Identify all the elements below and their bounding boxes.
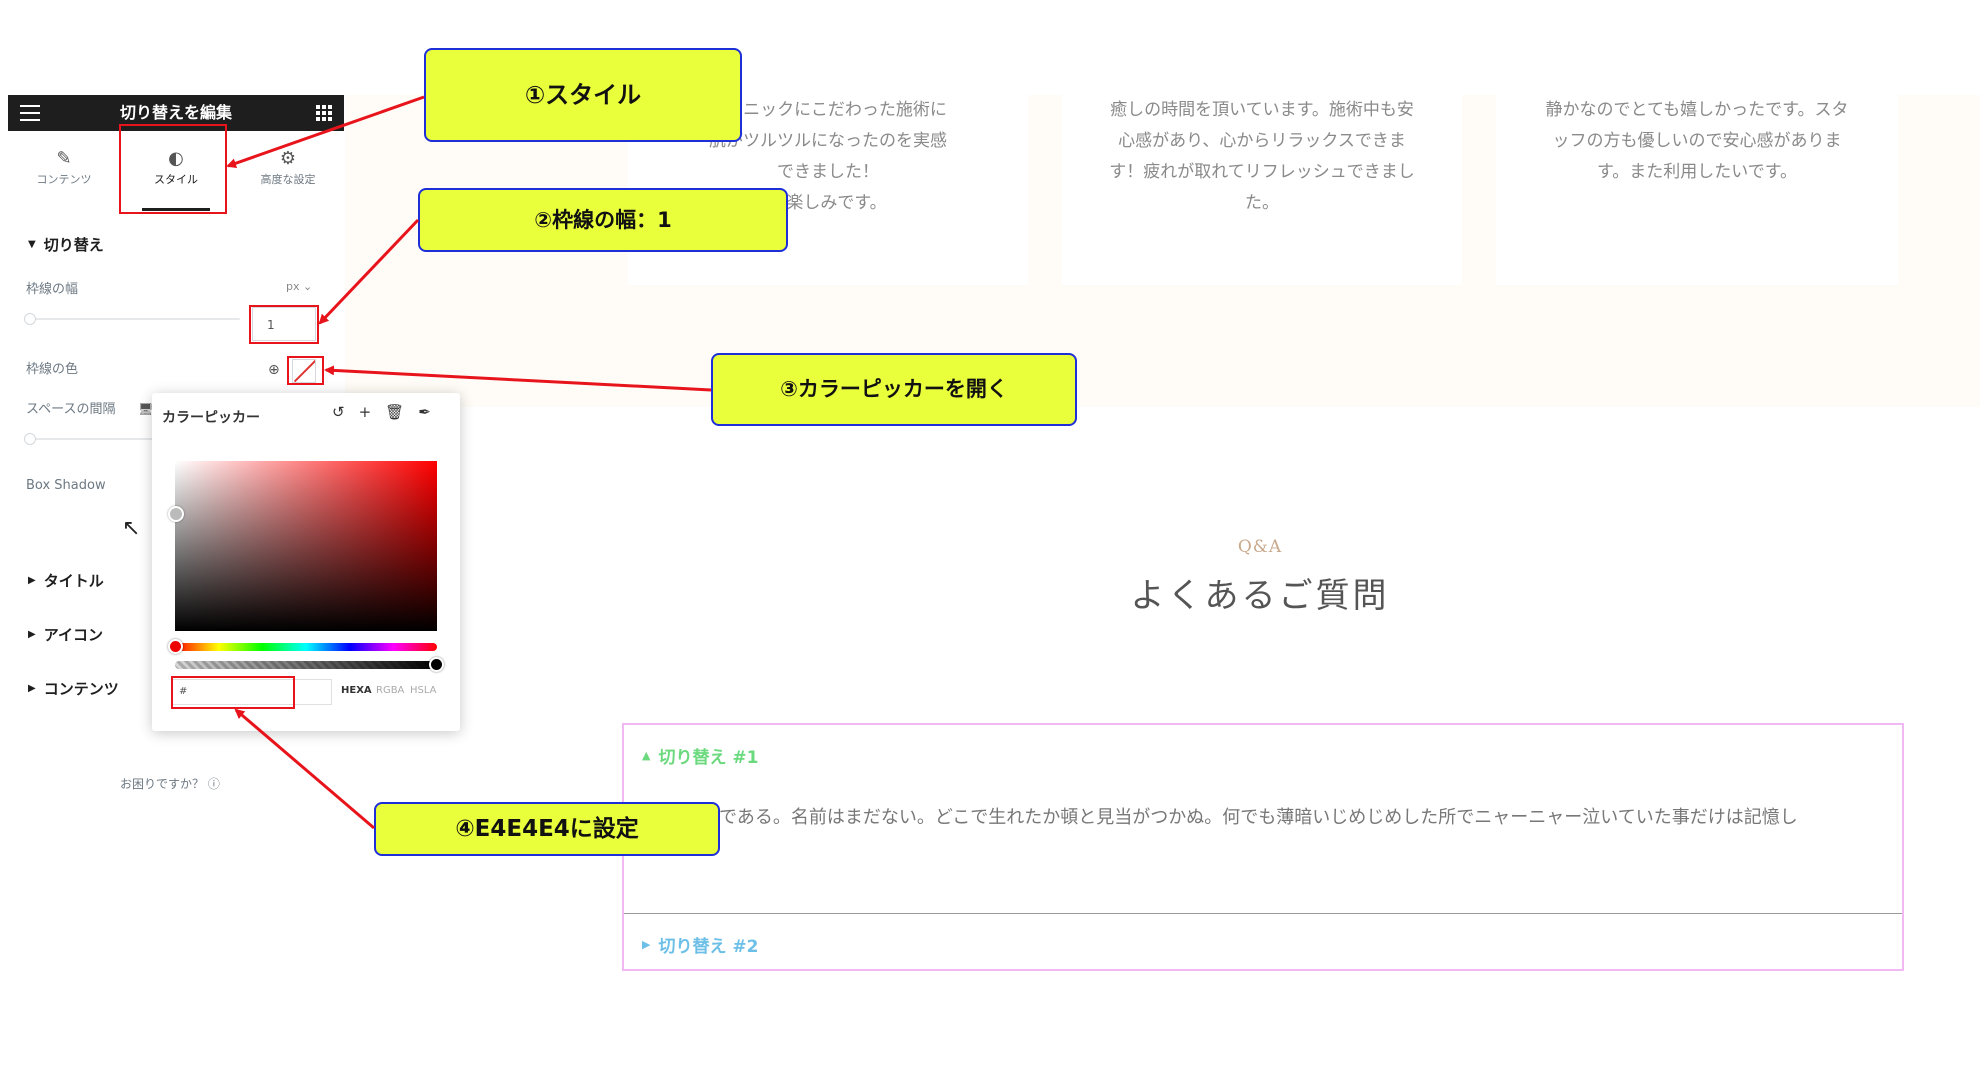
question-circle-icon: ⓘ bbox=[207, 777, 220, 791]
mouse-cursor-icon: ↖ bbox=[122, 516, 141, 541]
section-title-label: タイトル bbox=[43, 572, 104, 590]
tab-content-label: コンテンツ bbox=[36, 173, 92, 186]
testimonial-line: た。 bbox=[1245, 193, 1279, 213]
section-content-label: コンテンツ bbox=[43, 680, 119, 698]
testimonial-line: 癒しの時間を頂いています。施術中も安 bbox=[1110, 100, 1414, 120]
highlight-style-tab bbox=[119, 124, 227, 214]
eyedropper-icon[interactable]: ✒ bbox=[418, 403, 431, 421]
box-shadow-label: Box Shadow bbox=[26, 478, 106, 493]
border-width-label: 枠線の幅 bbox=[26, 282, 79, 297]
tab-content[interactable]: ✎ コンテンツ bbox=[8, 131, 120, 211]
space-label: スペースの間隔 bbox=[26, 402, 116, 417]
section-icon[interactable]: ▶ アイコン bbox=[28, 624, 103, 645]
saturation-value-area[interactable] bbox=[175, 461, 437, 631]
gear-icon: ⚙ bbox=[279, 148, 297, 169]
global-colors-icon[interactable]: ⊕ bbox=[268, 362, 280, 378]
help-link[interactable]: お困りですか？ ⓘ bbox=[120, 775, 220, 792]
tab-advanced-label: 高度な設定 bbox=[260, 173, 316, 186]
callout-4: ④E4E4E4に設定 bbox=[374, 802, 720, 856]
format-hsla[interactable]: HSLA bbox=[410, 685, 437, 696]
hue-slider[interactable] bbox=[175, 643, 437, 651]
testimonial-line: ッフの方も優しいので安心感がありま bbox=[1552, 131, 1842, 151]
section-toggle[interactable]: ▼ 切り替え bbox=[28, 234, 104, 255]
color-picker-title: カラーピッカー bbox=[162, 410, 260, 426]
callout-3: ③カラーピッカーを開く bbox=[711, 353, 1077, 426]
unit-label: px bbox=[286, 280, 300, 293]
format-hexa[interactable]: HEXA bbox=[341, 685, 372, 696]
alpha-slider-handle[interactable] bbox=[429, 657, 444, 672]
toggle-item-1-content: である。名前はまだない。どこで生れたか頓と見当がつかぬ。何でも薄暗いじめじめした… bbox=[719, 807, 1798, 828]
help-text: お困りですか？ bbox=[120, 777, 205, 791]
chevron-down-icon: ⌄ bbox=[303, 280, 313, 293]
qa-heading: よくあるご質問 bbox=[1130, 576, 1390, 616]
toggle-item-1-title[interactable]: ▲ 切り替え #1 bbox=[642, 743, 758, 768]
border-width-slider[interactable] bbox=[30, 318, 240, 320]
caret-right-icon: ▶ bbox=[28, 683, 36, 694]
tab-advanced[interactable]: ⚙ 高度な設定 bbox=[232, 131, 344, 211]
toggle-divider bbox=[624, 913, 1902, 914]
toggle-item-1-label: 切り替え #1 bbox=[658, 748, 759, 768]
alpha-slider[interactable] bbox=[175, 661, 437, 669]
highlight-color-swatch bbox=[287, 356, 324, 385]
add-icon[interactable]: + bbox=[359, 403, 372, 421]
pencil-icon: ✎ bbox=[56, 148, 72, 169]
highlight-border-width-input bbox=[249, 305, 319, 344]
section-content[interactable]: ▶ コンテンツ bbox=[28, 678, 119, 699]
qa-subtitle: Q&A bbox=[1237, 537, 1283, 557]
testimonial-card-3: 静かなのでとても嬉しかったです。スタ ッフの方も優しいので安心感がありま す。ま… bbox=[1496, 95, 1898, 285]
format-rgba[interactable]: RGBA bbox=[376, 685, 404, 696]
testimonial-line: できました！ bbox=[777, 162, 879, 182]
caret-right-icon: ▶ bbox=[28, 629, 36, 640]
testimonial-line: す。また利用したいです。 bbox=[1596, 162, 1798, 182]
testimonial-line: 静かなのでとても嬉しかったです。スタ bbox=[1545, 100, 1849, 120]
reset-icon[interactable]: ↺ bbox=[332, 403, 345, 421]
space-slider[interactable] bbox=[30, 438, 155, 440]
color-picker-toolbar: ↺ + 🗑 ✒ bbox=[332, 403, 431, 421]
section-toggle-label: 切り替え bbox=[43, 236, 104, 254]
saturation-handle[interactable] bbox=[168, 506, 184, 522]
caret-up-icon: ▲ bbox=[642, 749, 651, 762]
section-title[interactable]: ▶ タイトル bbox=[28, 570, 104, 591]
hue-slider-handle[interactable] bbox=[168, 639, 183, 654]
testimonial-line: す！疲れが取れてリフレッシュできまし bbox=[1109, 162, 1415, 182]
callout-2: ②枠線の幅：1 bbox=[418, 188, 788, 252]
caret-right-icon: ▶ bbox=[28, 575, 36, 586]
desktop-device-icon[interactable]: 🖥 bbox=[138, 402, 153, 416]
caret-down-icon: ▼ bbox=[28, 239, 36, 250]
highlight-hex-input bbox=[171, 676, 295, 709]
trash-icon[interactable]: 🗑 bbox=[385, 403, 404, 421]
border-color-label: 枠線の色 bbox=[26, 362, 79, 377]
unit-selector[interactable]: px ⌄ bbox=[286, 280, 312, 293]
toggle-widget: ▲ 切り替え #1 である。名前はまだない。どこで生れたか頓と見当がつかぬ。何で… bbox=[622, 723, 1904, 971]
border-width-slider-handle[interactable] bbox=[24, 313, 36, 325]
callout-1: ①スタイル bbox=[424, 48, 742, 142]
section-icon-label: アイコン bbox=[43, 626, 103, 644]
toggle-item-2-title[interactable]: ▶ 切り替え #2 bbox=[642, 932, 758, 957]
testimonial-line: 心感があり、心からリラックスできま bbox=[1118, 131, 1406, 151]
space-slider-handle[interactable] bbox=[24, 433, 36, 445]
testimonial-card-2: 癒しの時間を頂いています。施術中も安 心感があり、心からリラックスできま す！疲… bbox=[1062, 95, 1462, 285]
widgets-grid-icon[interactable] bbox=[316, 105, 332, 121]
toggle-item-2-label: 切り替え #2 bbox=[658, 937, 759, 957]
caret-right-icon: ▶ bbox=[642, 938, 651, 951]
